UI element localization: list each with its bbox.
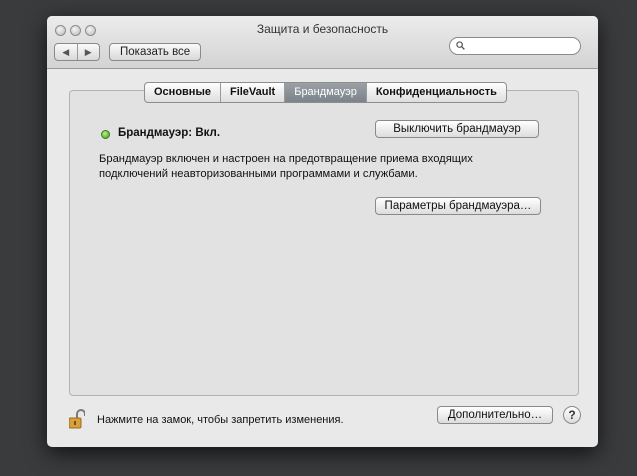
- tab-filevault[interactable]: FileVault: [221, 83, 286, 102]
- tab-general[interactable]: Основные: [145, 83, 221, 102]
- tab-firewall[interactable]: Брандмауэр: [285, 83, 367, 102]
- window-title: Защита и безопасность: [256, 22, 389, 36]
- back-arrow-icon[interactable]: ◀: [55, 44, 78, 60]
- help-button[interactable]: ?: [563, 406, 581, 424]
- tab-privacy[interactable]: Конфиденциальность: [367, 83, 506, 102]
- status-indicator-icon: [101, 130, 110, 139]
- tab-bar: Основные FileVault Брандмауэр Конфиденци…: [144, 82, 507, 103]
- show-all-button[interactable]: Показать все: [109, 43, 202, 61]
- title-bar: Защита и безопасность ◀ ▶ Показать все: [47, 16, 598, 69]
- firewall-status-label: Брандмауэр: Вкл.: [118, 127, 221, 139]
- search-input[interactable]: [449, 37, 581, 55]
- lock-hint-text: Нажмите на замок, чтобы запретить измене…: [97, 414, 344, 426]
- nav-segmented-control: ◀ ▶: [54, 43, 100, 61]
- firewall-options-button[interactable]: Параметры брандмауэра…: [375, 197, 541, 215]
- preferences-window: Защита и безопасность ◀ ▶ Показать все О…: [47, 16, 598, 447]
- forward-arrow-icon[interactable]: ▶: [78, 44, 100, 60]
- advanced-button[interactable]: Дополнительно…: [437, 406, 553, 424]
- lock-open-icon[interactable]: [69, 409, 85, 429]
- firewall-description: Брандмауэр включен и настроен на предотв…: [99, 153, 473, 180]
- turn-off-firewall-button[interactable]: Выключить брандмауэр: [375, 120, 539, 138]
- search-icon: [456, 41, 465, 50]
